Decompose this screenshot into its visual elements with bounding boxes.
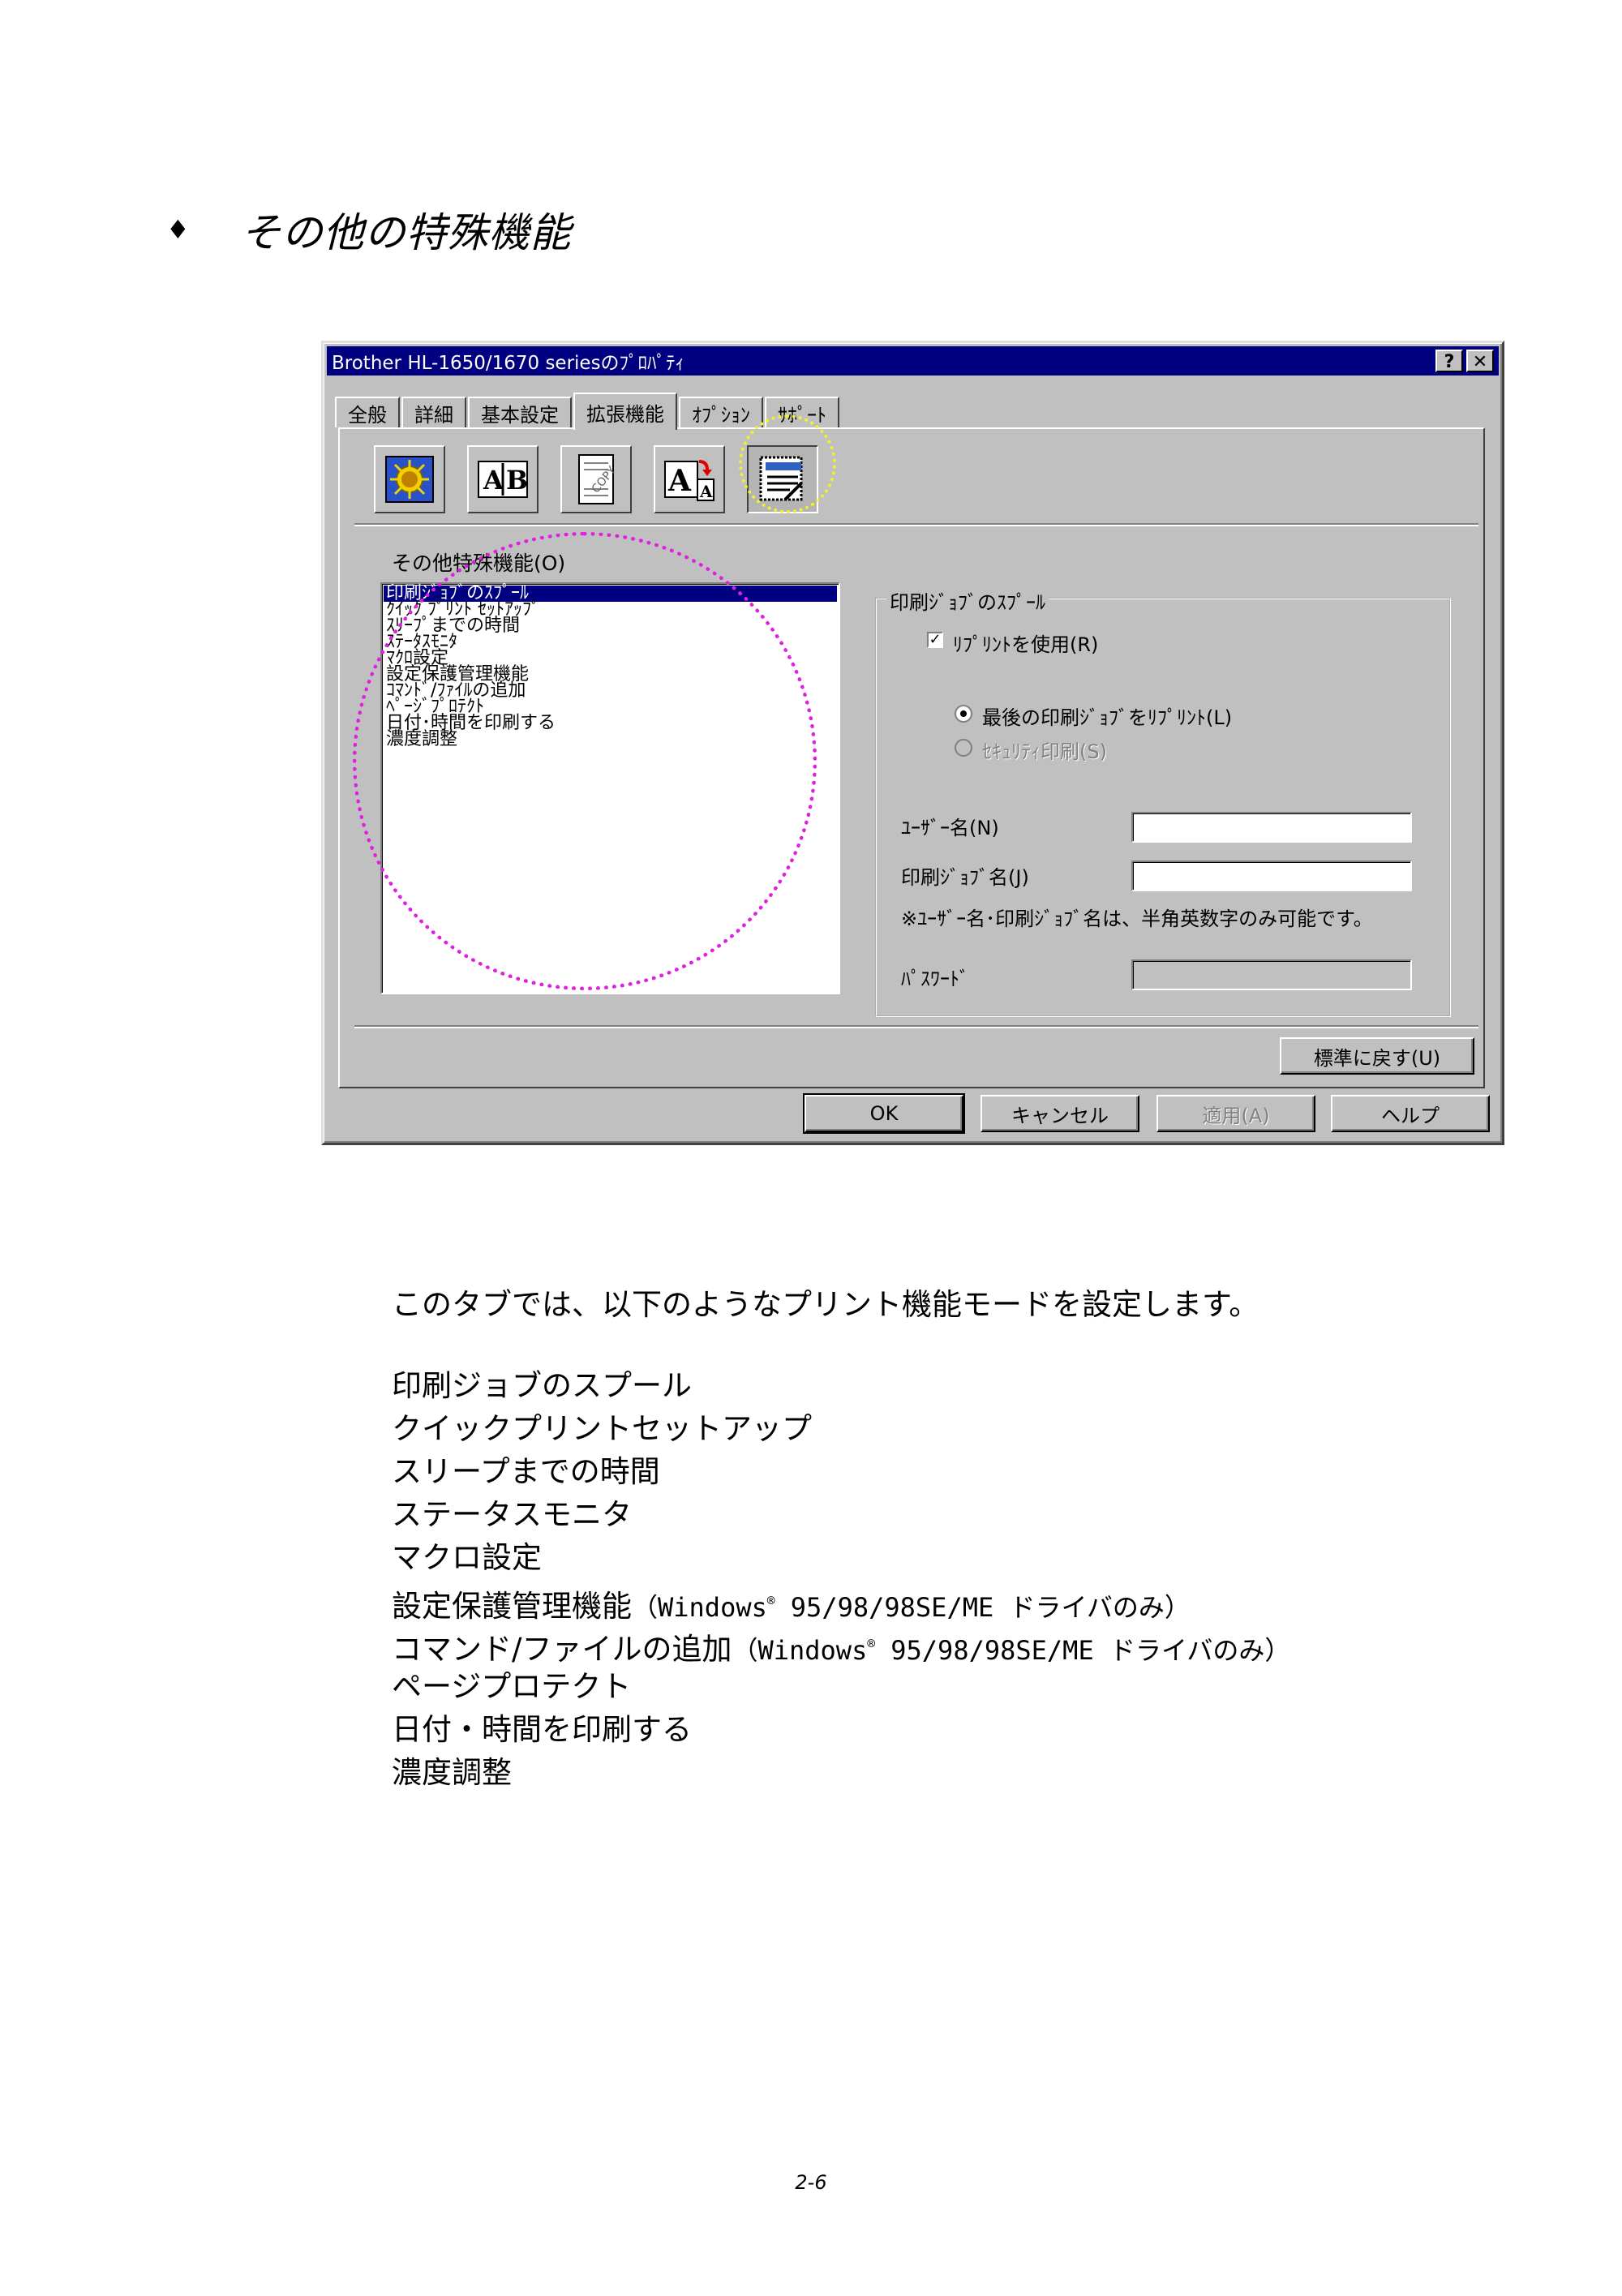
note-prefix: （Windows [732, 1635, 868, 1666]
tab-general[interactable]: 全般 [335, 397, 400, 427]
registered-mark: ® [766, 1593, 775, 1608]
tab-basic[interactable]: 基本設定 [468, 397, 572, 427]
password-input[interactable] [1131, 959, 1412, 990]
scale-text-icon: A A [664, 460, 714, 501]
tab-advanced[interactable]: 拡張機能 [573, 393, 677, 430]
feature-item: ページプロテクト [392, 1669, 632, 1704]
feature-item: 印刷ジョブのスプール [392, 1368, 692, 1403]
icon-separator [354, 523, 1478, 526]
feature-item: クイックプリントセットアップ [392, 1411, 812, 1446]
section-title: その他の特殊機能 [240, 209, 572, 256]
ok-button[interactable]: OK [803, 1093, 965, 1134]
bottom-separator [354, 1025, 1478, 1028]
feature-item: スリープまでの時間 [392, 1454, 660, 1489]
feature-name: コマンド/ファイルの追加 [392, 1632, 732, 1667]
restore-default-button[interactable]: 標準に戻す(U) [1280, 1037, 1474, 1075]
feature-item: 設定保護管理機能（Windows® 95/98/98SE/ME ドライバのみ） [392, 1579, 1290, 1624]
security-label: ｾｷｭﾘﾃｨ印刷(S) [982, 740, 1107, 763]
copy-button[interactable]: COPY [560, 445, 632, 513]
cancel-button[interactable]: キャンセル [980, 1095, 1139, 1132]
feature-item: 濃度調整 [392, 1755, 512, 1790]
ab-icon: A B [478, 461, 528, 498]
username-label: ﾕｰｻﾞｰ名(N) [901, 817, 999, 839]
input-note: ※ﾕｰｻﾞｰ名･印刷ｼﾞｮﾌﾞ名は、半角英数字のみ可能です。 [901, 908, 1373, 930]
note-suffix: 95/98/98SE/ME ドライバのみ） [775, 1592, 1191, 1623]
windows-note: （Windows® 95/98/98SE/ME ドライバのみ） [632, 1592, 1191, 1623]
feature-item: コマンド/ファイルの追加（Windows® 95/98/98SE/ME ドライバ… [392, 1622, 1290, 1667]
apply-button[interactable]: 適用(A) [1156, 1095, 1315, 1132]
jobname-input[interactable] [1131, 860, 1412, 891]
feature-name: 設定保護管理機能 [392, 1589, 632, 1624]
page-number: 2-6 [795, 2171, 827, 2194]
dialog-titlebar: Brother HL-1650/1670 seriesのﾌﾟﾛﾊﾟﾃｨ ? ✕ [327, 346, 1499, 376]
print-quality-button[interactable] [374, 445, 445, 513]
note-suffix: 95/98/98SE/ME ドライバのみ） [874, 1635, 1291, 1666]
svg-text:A: A [667, 464, 692, 498]
quality-icon [385, 456, 434, 503]
group-title: 印刷ｼﾞｮﾌﾞのｽﾌﾟｰﾙ [886, 586, 1049, 615]
jobname-label: 印刷ｼﾞｮﾌﾞ名(J) [901, 866, 1029, 889]
scaling-button[interactable]: A A [654, 445, 725, 513]
spool-groupbox: 印刷ｼﾞｮﾌﾞのｽﾌﾟｰﾙ ✓ ﾘﾌﾟﾘﾝﾄを使用(R) 最後の印刷ｼﾞｮﾌﾞを… [875, 586, 1451, 1017]
watermark-button[interactable]: A B [467, 445, 539, 513]
note-prefix: （Windows [632, 1592, 767, 1623]
windows-note: （Windows® 95/98/98SE/ME ドライバのみ） [732, 1635, 1290, 1666]
feature-item: ステータスモニタ [392, 1497, 632, 1532]
feature-item: マクロ設定 [392, 1540, 542, 1575]
password-label: ﾊﾟｽﾜｰﾄﾞ [901, 968, 969, 990]
section-heading: ♦ その他の特殊機能 [166, 201, 572, 258]
feature-item: 日付・時間を印刷する [392, 1712, 692, 1747]
diamond-bullet-icon: ♦ [166, 214, 191, 245]
reprint-checkbox[interactable]: ✓ [927, 632, 943, 648]
highlight-circle-pink [353, 532, 817, 990]
registered-mark: ® [867, 1636, 875, 1651]
dialog-title: Brother HL-1650/1670 seriesのﾌﾟﾛﾊﾟﾃｨ [332, 353, 685, 374]
help-question-button[interactable]: ? [1435, 350, 1463, 372]
svg-text:A: A [483, 465, 504, 496]
properties-dialog: Brother HL-1650/1670 seriesのﾌﾟﾛﾊﾟﾃｨ ? ✕ … [321, 341, 1504, 1145]
copy-icon: COPY [578, 454, 616, 504]
svg-text:A: A [699, 482, 713, 501]
tab-page: A B COPY A A その他特殊機能(O) 印刷ｼﾞｮﾌﾞのｽﾌﾟｰﾙ ｸｲ… [338, 414, 1485, 1088]
last-job-label: 最後の印刷ｼﾞｮﾌﾞをﾘﾌﾟﾘﾝﾄ(L) [982, 706, 1233, 729]
last-job-radio[interactable] [955, 705, 972, 723]
help-button[interactable]: ヘルプ [1331, 1095, 1490, 1132]
feature-list: 印刷ジョブのスプール クイックプリントセットアップ スリープまでの時間 ステータ… [392, 1364, 1290, 1794]
svg-text:B: B [506, 465, 528, 496]
highlight-circle-yellow [739, 414, 836, 513]
intro-text: このタブでは、以下のようなプリント機能モードを設定します。 [392, 1287, 1259, 1322]
tab-details[interactable]: 詳細 [401, 397, 466, 427]
close-button[interactable]: ✕ [1466, 350, 1494, 372]
security-radio[interactable] [955, 739, 972, 757]
reprint-label: ﾘﾌﾟﾘﾝﾄを使用(R) [953, 633, 1099, 656]
tab-options[interactable]: ｵﾌﾟｼｮﾝ [679, 397, 763, 427]
username-input[interactable] [1131, 812, 1412, 843]
